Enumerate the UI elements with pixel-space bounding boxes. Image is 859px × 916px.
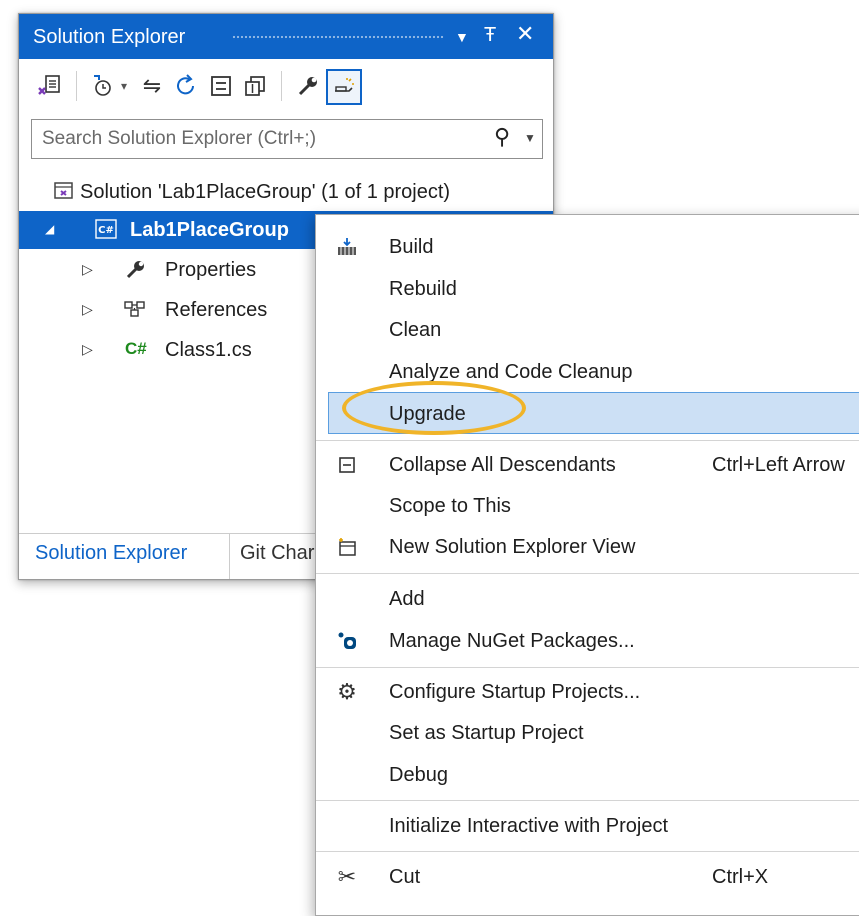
svg-text:C#: C# — [98, 225, 114, 236]
menu-item-label: Collapse All Descendants — [389, 454, 616, 476]
menu-item-clean[interactable]: Clean — [316, 310, 859, 350]
menu-item-upgrade[interactable]: Upgrade — [328, 392, 859, 434]
panel-toolbar: ▾ ⇋ — [19, 59, 553, 115]
wrench-icon — [125, 258, 147, 285]
tree-item-label: Class1.cs — [165, 339, 252, 361]
expand-right-icon[interactable]: ▷ — [82, 341, 93, 358]
dropdown-arrow-icon[interactable]: ▾ — [115, 69, 133, 103]
close-icon[interactable]: ✕ — [516, 23, 534, 45]
panel-titlebar: Solution Explorer ▼ Ŧ ✕ — [19, 14, 553, 59]
search-options-icon[interactable]: ▼ — [524, 131, 536, 145]
menu-item-initialize-interactive[interactable]: Initialize Interactive with Project — [316, 806, 859, 846]
switch-views-icon[interactable] — [33, 69, 67, 103]
collapse-all-icon[interactable] — [204, 69, 238, 103]
title-grip[interactable] — [232, 35, 444, 40]
menu-item-label: Cut — [389, 866, 421, 888]
solution-label: Solution 'Lab1PlaceGroup' (1 of 1 projec… — [80, 181, 451, 203]
menu-item-shortcut: Ctrl+Left Arrow — [712, 454, 845, 476]
gear-icon: ⚙ — [337, 679, 357, 704]
menu-item-new-view[interactable]: New Solution Explorer View — [316, 527, 859, 567]
csharp-file-icon: C# — [125, 339, 147, 358]
menu-item-label: Rebuild — [389, 278, 457, 300]
context-menu: Build Rebuild Clean Analyze and Code Cle… — [315, 214, 859, 916]
menu-item-label: Analyze and Code Cleanup — [389, 361, 633, 383]
show-all-files-icon[interactable] — [238, 69, 272, 103]
menu-item-rebuild[interactable]: Rebuild — [316, 269, 859, 309]
sync-with-document-icon[interactable]: ⇋ — [135, 69, 169, 103]
expand-right-icon[interactable]: ▷ — [82, 261, 93, 278]
menu-item-collapse-all[interactable]: Collapse All Descendants Ctrl+Left Arrow — [316, 445, 859, 485]
menu-item-add[interactable]: Add — [316, 579, 859, 619]
preview-selected-items-icon[interactable] — [326, 69, 362, 105]
menu-item-label: Configure Startup Projects... — [389, 681, 641, 703]
menu-item-analyze[interactable]: Analyze and Code Cleanup — [316, 352, 859, 392]
scissors-icon: ✂ — [337, 864, 357, 889]
menu-item-debug[interactable]: Debug — [316, 755, 859, 795]
references-icon — [124, 300, 146, 323]
menu-item-set-startup[interactable]: Set as Startup Project — [316, 713, 859, 753]
menu-item-label: Set as Startup Project — [389, 722, 584, 744]
refresh-icon[interactable] — [169, 69, 203, 103]
menu-item-label: Debug — [389, 764, 448, 786]
expand-down-icon[interactable]: ◢ — [45, 222, 54, 236]
csharp-project-icon: C# — [95, 219, 117, 244]
menu-item-nuget[interactable]: Manage NuGet Packages... — [316, 621, 859, 661]
menu-item-cut[interactable]: ✂ Cut Ctrl+X — [316, 857, 859, 897]
menu-item-label: Build — [389, 236, 434, 258]
properties-wrench-icon[interactable] — [291, 69, 325, 103]
menu-item-configure-startup[interactable]: ⚙ Configure Startup Projects... — [316, 672, 859, 712]
tab-git-changes[interactable]: Git Char — [240, 542, 314, 565]
build-icon — [334, 235, 360, 259]
menu-item-shortcut: Ctrl+X — [712, 866, 769, 888]
solution-icon — [53, 180, 75, 207]
project-label: Lab1PlaceGroup — [130, 219, 289, 241]
search-icon[interactable]: ⚲ — [494, 124, 510, 150]
panel-title: Solution Explorer — [33, 26, 186, 48]
menu-item-label: New Solution Explorer View — [389, 536, 636, 558]
menu-item-label: Upgrade — [389, 403, 466, 425]
tab-solution-explorer[interactable]: Solution Explorer — [35, 542, 187, 565]
menu-item-label: Add — [389, 588, 425, 610]
tree-solution-node[interactable]: Solution 'Lab1PlaceGroup' (1 of 1 projec… — [19, 173, 553, 211]
menu-item-label: Manage NuGet Packages... — [389, 630, 635, 652]
menu-item-label: Scope to This — [389, 495, 511, 517]
collapse-icon — [334, 453, 360, 477]
nuget-icon — [334, 629, 360, 653]
menu-item-scope[interactable]: Scope to This — [316, 486, 859, 526]
menu-item-label: Clean — [389, 319, 442, 341]
tree-item-label: Properties — [165, 259, 257, 281]
menu-item-label: Initialize Interactive with Project — [389, 815, 669, 837]
search-input[interactable] — [40, 124, 474, 154]
expand-right-icon[interactable]: ▷ — [82, 301, 93, 318]
window-menu-icon[interactable]: ▼ — [455, 27, 469, 47]
menu-item-build[interactable]: Build — [316, 227, 859, 267]
pending-changes-filter-icon[interactable] — [85, 69, 119, 103]
search-box[interactable]: ⚲ ▼ — [31, 119, 543, 159]
pin-icon[interactable]: Ŧ — [484, 25, 496, 45]
tree-item-label: References — [165, 299, 268, 321]
new-view-icon — [334, 535, 360, 559]
